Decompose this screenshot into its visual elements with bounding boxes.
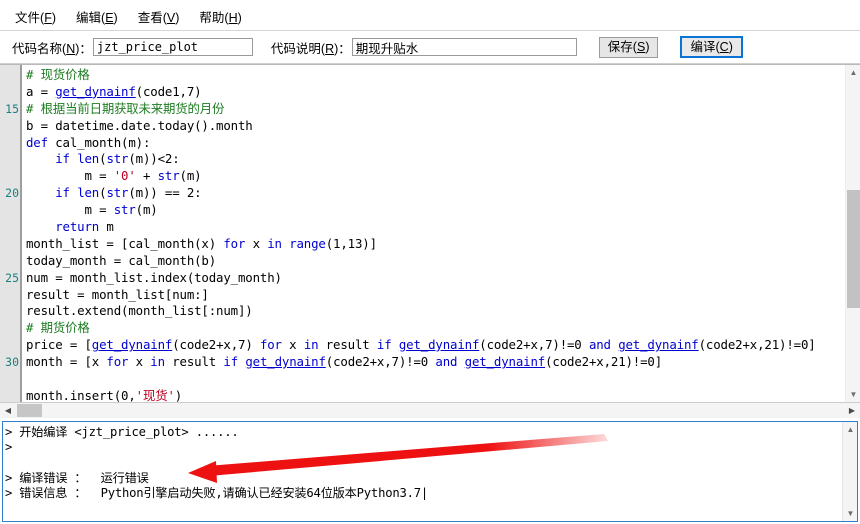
menu-view-accel: V — [166, 11, 176, 25]
code-desc-accel: R — [325, 41, 335, 56]
application-window: 文件(F) 编辑(E) 查看(V) 帮助(H) 代码名称(N)： 代码说明(R)… — [0, 0, 860, 524]
editor-vertical-scrollbar[interactable]: ▲ ▼ — [845, 65, 860, 402]
line-number: 25 — [5, 270, 19, 285]
code-name-accel: N — [66, 41, 76, 56]
scroll-up-icon[interactable]: ▲ — [846, 65, 860, 80]
line-number — [0, 135, 20, 152]
editor-horizontal-scrollbar[interactable]: ◀ ▶ — [0, 402, 860, 418]
menu-file-accel: F — [44, 11, 52, 25]
line-number — [0, 253, 20, 270]
code-line[interactable]: m = '0' + str(m) — [26, 168, 860, 185]
line-number — [0, 67, 20, 84]
code-line[interactable]: price = [get_dynainf(code2+x,7) for x in… — [26, 337, 860, 354]
editor-hscroll-thumb[interactable] — [17, 404, 42, 417]
code-name-label-text: 代码名称 — [12, 41, 63, 56]
code-line[interactable]: def cal_month(m): — [26, 135, 860, 152]
code-line[interactable]: result.extend(month_list[:num]) — [26, 303, 860, 320]
console-line: > 错误信息 ： Python引擎启动失败,请确认已经安装64位版本Python… — [5, 485, 429, 500]
console-scroll-down-icon[interactable]: ▼ — [843, 506, 857, 521]
output-console-text[interactable]: > 开始编译 <jzt_price_plot> ...... > > 编译错误 ：… — [3, 422, 842, 521]
line-number — [0, 202, 20, 219]
toolbar: 代码名称(N)： 代码说明(R)： 保存(S) 编译(C) — [0, 31, 860, 64]
menu-bar: 文件(F) 编辑(E) 查看(V) 帮助(H) — [0, 8, 860, 31]
compile-button[interactable]: 编译(C) — [680, 36, 743, 58]
save-button-accel: S — [636, 39, 646, 54]
code-line[interactable]: a = get_dynainf(code1,7) — [26, 84, 860, 101]
output-console: > 开始编译 <jzt_price_plot> ...... > > 编译错误 ：… — [2, 421, 858, 522]
line-number — [0, 84, 20, 101]
menu-edit-label: 编辑 — [76, 11, 102, 25]
code-line[interactable]: # 根据当前日期获取未来期货的月份 — [26, 101, 860, 118]
line-number — [0, 337, 20, 354]
line-number — [0, 320, 20, 337]
line-number — [0, 287, 20, 304]
code-name-input[interactable] — [92, 38, 253, 56]
code-desc-label: 代码说明(R)： — [270, 41, 351, 56]
menu-view-label: 查看 — [137, 11, 163, 25]
line-number — [0, 168, 20, 185]
code-text-area[interactable]: # 现货价格 a = get_dynainf(code1,7) # 根据当前日期获取… — [22, 65, 860, 402]
code-line[interactable]: return m — [26, 219, 860, 236]
line-number: 30 — [5, 355, 19, 370]
menu-file-label: 文件 — [15, 11, 41, 25]
line-number — [0, 303, 20, 320]
code-line[interactable]: b = datetime.date.today().month — [26, 118, 860, 135]
code-name-label: 代码名称(N)： — [12, 41, 92, 56]
scroll-left-icon[interactable]: ◀ — [0, 403, 16, 418]
code-description-input[interactable] — [351, 38, 577, 56]
menu-edit-accel: E — [105, 11, 114, 25]
editor-vscroll-thumb[interactable] — [847, 190, 860, 308]
line-number: 20 — [5, 186, 19, 201]
scroll-down-icon[interactable]: ▼ — [846, 387, 860, 402]
line-number: 15 — [5, 101, 19, 116]
menu-view[interactable]: 查看(V) — [129, 9, 191, 29]
code-line[interactable]: month = [x for x in result if get_dynain… — [26, 354, 860, 371]
code-line[interactable]: m = str(m) — [26, 202, 860, 219]
menu-edit[interactable]: 编辑(E) — [67, 9, 129, 29]
line-number — [0, 151, 20, 168]
title-bar — [0, 0, 860, 8]
code-line[interactable] — [26, 371, 860, 388]
code-line[interactable]: if len(str(m))<2: — [26, 151, 860, 168]
code-line[interactable]: # 期货价格 — [26, 320, 860, 337]
compile-button-accel: C — [719, 40, 729, 54]
code-line[interactable]: # 现货价格 — [26, 67, 860, 84]
code-line[interactable]: month_list = [cal_month(x) for x in rang… — [26, 236, 860, 253]
save-button[interactable]: 保存(S) — [598, 36, 659, 58]
code-editor-body: 15 20 25 30 # 现货价格 a = get_dynainf(code1,7) #… — [0, 65, 860, 402]
code-desc-label-text: 代码说明 — [270, 41, 321, 56]
menu-file[interactable]: 文件(F) — [6, 9, 67, 29]
menu-help-label: 帮助 — [199, 11, 225, 25]
code-line[interactable]: month.insert(0,'现货') — [26, 388, 860, 402]
compile-button-label: 编译 — [690, 40, 716, 54]
menu-help[interactable]: 帮助(H) — [190, 9, 252, 29]
line-number-gutter: 15 20 25 30 — [0, 65, 22, 402]
console-scroll-up-icon[interactable]: ▲ — [843, 422, 857, 437]
console-vertical-scrollbar[interactable]: ▲ ▼ — [842, 422, 857, 521]
code-line[interactable]: result = month_list[num:] — [26, 287, 860, 304]
line-number — [0, 371, 20, 388]
code-line[interactable]: today_month = cal_month(b) — [26, 253, 860, 270]
scroll-right-icon[interactable]: ▶ — [844, 403, 860, 418]
code-editor: 15 20 25 30 # 现货价格 a = get_dynainf(code1,7) #… — [0, 64, 860, 418]
line-number — [0, 388, 20, 402]
code-line[interactable]: num = month_list.index(today_month) — [26, 270, 860, 287]
console-line: > 编译错误 ： 运行错误 — [5, 470, 149, 485]
console-line: > 开始编译 <jzt_price_plot> ...... — [5, 425, 239, 439]
line-number — [0, 219, 20, 236]
line-number — [0, 118, 20, 135]
console-line: > — [5, 440, 13, 455]
save-button-label: 保存 — [607, 39, 633, 54]
code-line[interactable]: if len(str(m)) == 2: — [26, 185, 860, 202]
menu-help-accel: H — [228, 11, 238, 25]
line-number — [0, 236, 20, 253]
